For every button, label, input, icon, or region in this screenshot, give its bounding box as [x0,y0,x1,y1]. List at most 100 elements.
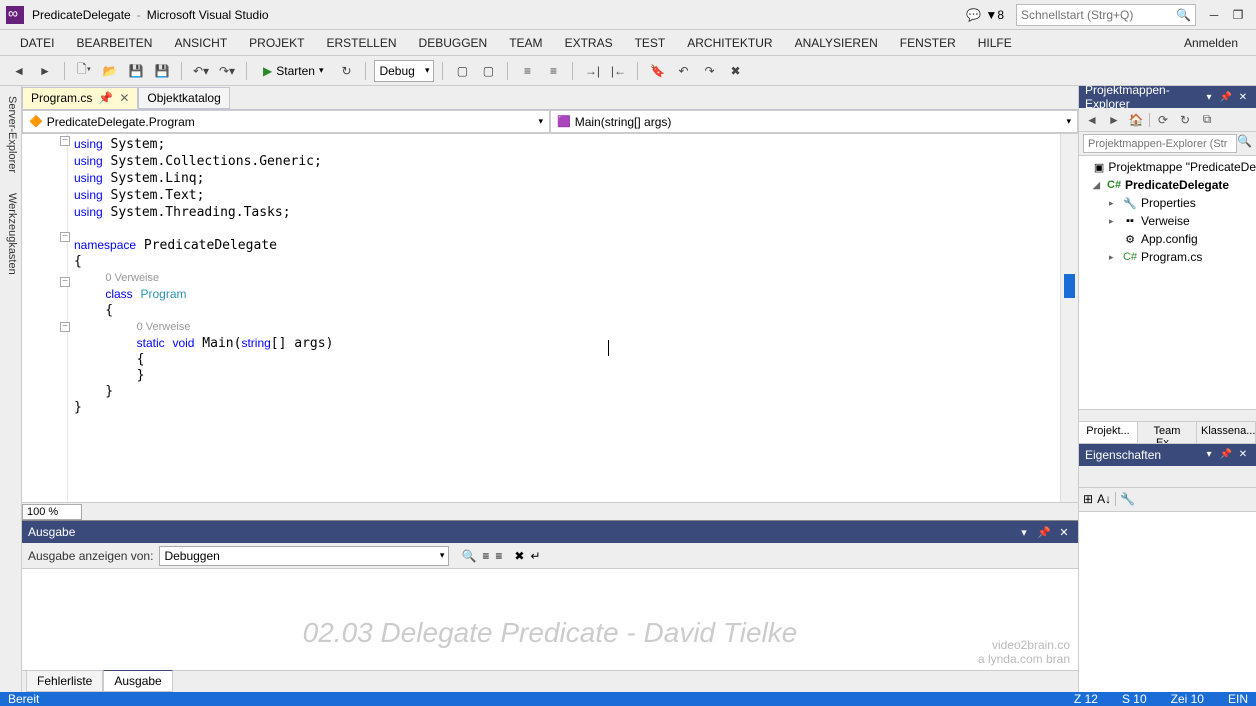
feedback-icon[interactable]: 💬 [961,3,985,27]
output-source-dropdown[interactable]: Debuggen▾ [159,546,449,566]
pin-icon[interactable]: 📌 [98,91,113,105]
prev-bookmark-button[interactable]: ↶ [672,60,694,82]
restore-button[interactable]: ❐ [1226,3,1250,27]
tree-item-properties[interactable]: ▸🔧 Properties [1079,194,1256,212]
panel-close-icon[interactable]: ✕ [1236,90,1250,104]
start-debug-button[interactable]: ▶ Starten ▾ [255,62,331,80]
se-refresh-button[interactable]: ↻ [1176,111,1194,129]
toolbox-tab[interactable]: Werkzeugkasten [0,183,21,285]
panel-pin-icon[interactable]: 📌 [1219,448,1233,462]
menu-datei[interactable]: DATEI [10,33,64,53]
output-prev-button[interactable]: ≡ [482,549,489,563]
panel-close-icon[interactable]: ✕ [1236,448,1250,462]
panel-pin-icon[interactable]: 📌 [1036,524,1052,540]
menu-test[interactable]: TEST [625,33,676,53]
quick-launch-input[interactable] [1021,8,1176,22]
panel-close-icon[interactable]: ✕ [1056,524,1072,540]
output-wrap-button[interactable]: ↵ [530,549,540,563]
output-clear-button[interactable]: ✖ [514,549,524,563]
search-icon[interactable]: 🔍 [1237,134,1252,153]
editor-scrollbar-v[interactable] [1060,134,1078,502]
code-editor[interactable]: − − − − using System; using System.Colle… [22,134,1078,502]
panel-dropdown-icon[interactable]: ▾ [1016,524,1032,540]
tab-klassenansicht[interactable]: Klassena... [1197,422,1256,443]
menu-ansicht[interactable]: ANSICHT [164,33,237,53]
properties-grid[interactable] [1079,512,1256,693]
menu-team[interactable]: TEAM [499,33,552,53]
close-icon[interactable]: ✕ [119,91,129,105]
tree-item-appconfig[interactable]: ⚙ App.config [1079,230,1256,248]
next-bookmark-button[interactable]: ↷ [698,60,720,82]
panel-pin-icon[interactable]: 📌 [1219,90,1233,104]
menu-bearbeiten[interactable]: BEARBEITEN [66,33,162,53]
open-file-button[interactable]: 📂 [99,60,121,82]
tree-item-references[interactable]: ▸▪▪ Verweise [1079,212,1256,230]
tree-item-program-cs[interactable]: ▸C# Program.cs [1079,248,1256,266]
tab-team-explorer[interactable]: Team Ex... [1138,422,1197,443]
output-find-button[interactable]: 🔍 [461,549,476,563]
menu-erstellen[interactable]: ERSTELLEN [317,33,407,53]
tab-ausgabe[interactable]: Ausgabe [103,670,172,692]
notifications-flag[interactable]: ▼8 [985,8,1004,22]
sign-in-link[interactable]: Anmelden [1176,33,1246,53]
zoom-dropdown[interactable]: 100 % [22,504,82,520]
categorized-button[interactable]: ⊞ [1083,492,1093,506]
project-node[interactable]: ◢C# PredicateDelegate [1079,176,1256,194]
clear-bookmarks-button[interactable]: ✖ [724,60,746,82]
menu-architektur[interactable]: ARCHITEKTUR [677,33,782,53]
output-header: Ausgabe ▾ 📌 ✕ [22,521,1078,543]
comment-button[interactable]: ≡ [516,60,538,82]
uncomment-button[interactable]: ≡ [542,60,564,82]
nav-forward-button[interactable]: ► [34,60,56,82]
menu-hilfe[interactable]: HILFE [968,33,1022,53]
restart-button[interactable]: ↻ [335,60,357,82]
solution-search-input[interactable] [1083,134,1237,153]
new-project-button[interactable]: 🗋▾ [73,60,95,82]
menu-projekt[interactable]: PROJEKT [239,33,314,53]
outdent-button[interactable]: |← [607,60,629,82]
panel-dropdown-icon[interactable]: ▾ [1202,90,1216,104]
output-next-button[interactable]: ≡ [495,549,502,563]
redo-button[interactable]: ↷▾ [216,60,238,82]
member-dropdown[interactable]: 🟪 Main(string[] args)▾ [550,110,1078,133]
indent-button[interactable]: →| [581,60,603,82]
server-explorer-tab[interactable]: Server-Explorer [0,86,21,183]
save-button[interactable]: 💾 [125,60,147,82]
step-button-2[interactable]: ▢ [477,60,499,82]
se-forward-button[interactable]: ► [1105,111,1123,129]
property-pages-button[interactable]: 🔧 [1120,492,1135,506]
properties-object-dropdown[interactable] [1079,466,1256,488]
output-body[interactable]: 02.03 Delegate Predicate - David Tielke … [22,569,1078,670]
se-home-button[interactable]: 🏠 [1127,111,1145,129]
quick-launch[interactable]: 🔍 [1016,4,1196,26]
se-sync-button[interactable]: ⟳ [1154,111,1172,129]
menu-debuggen[interactable]: DEBUGGEN [409,33,498,53]
editor-gutter[interactable]: − − − − [22,134,68,502]
tab-program-cs[interactable]: Program.cs 📌 ✕ [22,87,138,109]
save-all-button[interactable]: 💾 [151,60,173,82]
panel-dropdown-icon[interactable]: ▾ [1202,448,1216,462]
se-back-button[interactable]: ◄ [1083,111,1101,129]
nav-back-button[interactable]: ◄ [8,60,30,82]
tree-scrollbar-h[interactable] [1079,409,1256,421]
class-dropdown[interactable]: 🔶 PredicateDelegate.Program▾ [22,110,550,133]
step-button-1[interactable]: ▢ [451,60,473,82]
search-icon[interactable]: 🔍 [1176,8,1191,22]
left-side-tabs: Server-Explorer Werkzeugkasten [0,86,22,692]
tab-projektmappen[interactable]: Projekt... [1079,422,1138,443]
solution-tree[interactable]: ▣ Projektmappe "PredicateDe ◢C# Predicat… [1079,156,1256,409]
config-dropdown[interactable]: Debug▾ [374,60,434,82]
menu-analysieren[interactable]: ANALYSIEREN [785,33,888,53]
solution-explorer-search[interactable]: 🔍 [1079,132,1256,156]
menu-extras[interactable]: EXTRAS [555,33,623,53]
undo-button[interactable]: ↶▾ [190,60,212,82]
menu-fenster[interactable]: FENSTER [890,33,966,53]
alphabetical-button[interactable]: A↓ [1097,492,1111,506]
tab-fehlerliste[interactable]: Fehlerliste [26,670,103,692]
solution-node[interactable]: ▣ Projektmappe "PredicateDe [1079,158,1256,176]
bookmark-button[interactable]: 🔖 [646,60,668,82]
code-text[interactable]: using System; using System.Collections.G… [68,134,1060,502]
minimize-button[interactable]: ─ [1202,3,1226,27]
tab-objektkatalog[interactable]: Objektkatalog [138,87,229,109]
se-collapse-button[interactable]: ⧉ [1198,111,1216,129]
